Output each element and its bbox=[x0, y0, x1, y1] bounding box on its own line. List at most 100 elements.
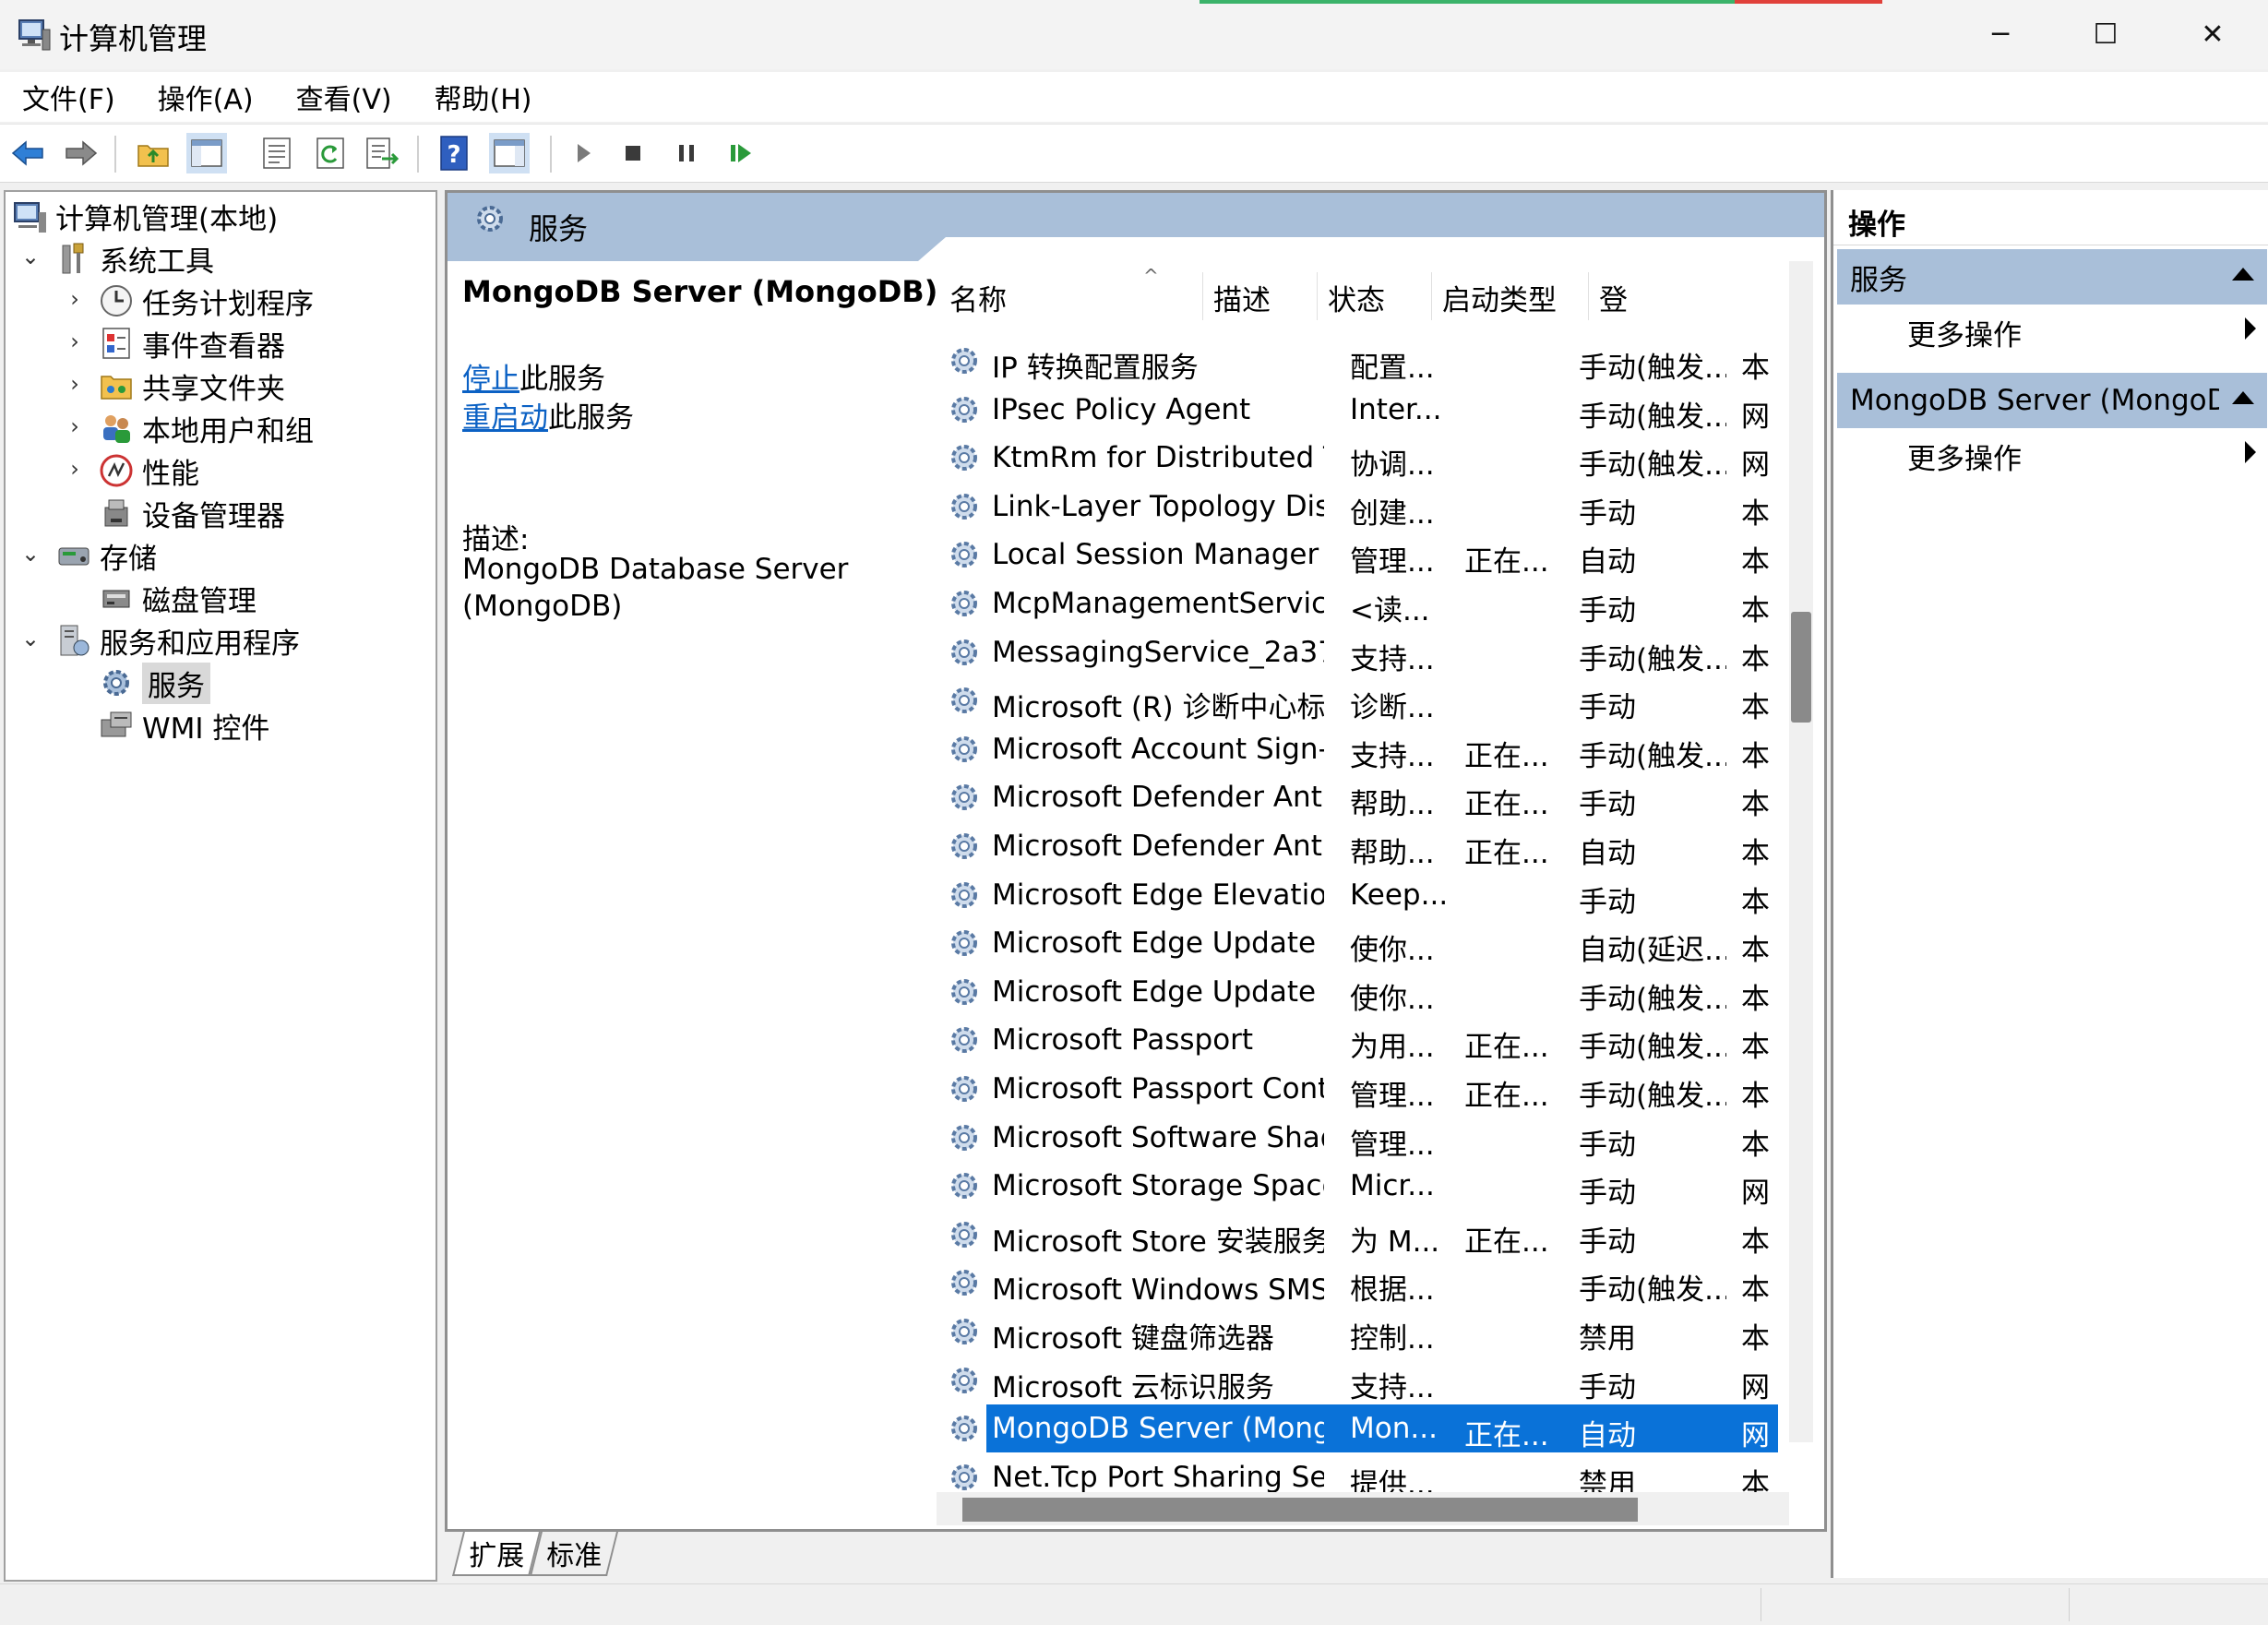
tree-item-system-tools[interactable]: 系统工具 bbox=[55, 238, 214, 279]
table-row[interactable]: Microsoft Defender Antivir... 帮助... 正在... 手… bbox=[937, 773, 1778, 821]
table-row[interactable]: MongoDB Server (MongoD... Mon... 正在... 自动 网 bbox=[937, 1404, 1778, 1453]
chevron-right-icon[interactable]: › bbox=[63, 321, 87, 362]
menu-help[interactable]: 帮助(H) bbox=[412, 77, 553, 117]
table-row[interactable]: IP 转换配置服务 配置... 手动(触发... 本 bbox=[937, 337, 1778, 385]
tree-item-wmi[interactable]: WMI 控件 bbox=[98, 705, 269, 746]
table-row[interactable]: Microsoft Edge Elevation Se... Keep... 手动 本 bbox=[937, 871, 1778, 919]
table-row[interactable]: KtmRm for Distributed Tra... 协调... 手动(触发..… bbox=[937, 434, 1778, 482]
table-row[interactable]: Microsoft Defender Antivir... 帮助... 正在... 自… bbox=[937, 822, 1778, 870]
tree-item-device-manager[interactable]: 设备管理器 bbox=[98, 493, 285, 533]
computer-management-icon bbox=[14, 202, 46, 233]
show-tree-icon[interactable] bbox=[186, 133, 227, 173]
more-actions-mongodb[interactable]: 更多操作 bbox=[1907, 436, 2022, 477]
chevron-down-icon[interactable]: ⌄ bbox=[18, 618, 42, 659]
menu-view[interactable]: 查看(V) bbox=[274, 77, 412, 117]
cell-startup: 手动(触发... bbox=[1579, 1080, 1726, 1113]
chevron-right-icon[interactable]: › bbox=[63, 279, 87, 319]
table-row[interactable]: Local Session Manager 管理... 正在... 自动 本 bbox=[937, 531, 1778, 579]
back-icon[interactable] bbox=[7, 133, 48, 173]
table-row[interactable]: McpManagementService <读... 手动 本 bbox=[937, 580, 1778, 627]
table-row[interactable]: Microsoft Edge Update Ser... 使你... 自动(延迟..… bbox=[937, 919, 1778, 967]
table-row[interactable]: Microsoft Passport 为用... 正在... 手动(触发... 本 bbox=[937, 1016, 1778, 1064]
column-divider[interactable] bbox=[1202, 272, 1203, 320]
column-header-name[interactable]: 名称 bbox=[949, 274, 1199, 320]
cell-name: Microsoft Defender Antivir... bbox=[992, 830, 1324, 863]
close-button[interactable]: ✕ bbox=[2167, 11, 2259, 57]
cell-name: IPsec Policy Agent bbox=[992, 392, 1251, 426]
cell-logon: 本 bbox=[1741, 496, 1770, 531]
tree-root[interactable]: 计算机管理(本地) bbox=[11, 196, 278, 236]
table-row[interactable]: Microsoft Edge Update Ser... 使你... 手动(触发..… bbox=[937, 968, 1778, 1016]
column-header-logon[interactable]: 登 bbox=[1599, 274, 1636, 320]
vertical-scroll-thumb[interactable] bbox=[1791, 612, 1811, 723]
restart-service-link[interactable]: 重启动 bbox=[462, 401, 548, 435]
resume-service-icon[interactable] bbox=[720, 133, 760, 173]
table-row[interactable]: Microsoft Windows SMS 路... 根据... 手动(触发... 本 bbox=[937, 1259, 1778, 1307]
tree-item-event-viewer[interactable]: 事件查看器 bbox=[98, 323, 285, 364]
cell-startup: 手动(触发... bbox=[1579, 739, 1726, 773]
column-divider[interactable] bbox=[1588, 272, 1589, 320]
horizontal-scrollbar[interactable] bbox=[937, 1492, 1789, 1525]
chevron-down-icon[interactable]: ⌄ bbox=[18, 236, 42, 277]
tree-item-performance[interactable]: 性能 bbox=[98, 450, 199, 491]
tree-item-storage[interactable]: 存储 bbox=[55, 535, 157, 576]
table-row[interactable]: Microsoft Store 安装服务为 M... 正在... 手动 本 bbox=[937, 1211, 1778, 1259]
column-header-desc[interactable]: 描述 bbox=[1213, 274, 1315, 320]
forward-icon[interactable] bbox=[61, 133, 101, 173]
stop-service-link[interactable]: 停止 bbox=[462, 363, 519, 396]
menu-file[interactable]: 文件(F) bbox=[0, 77, 136, 117]
table-row[interactable]: Microsoft Account Sign-in ... 支持... 正在... 手… bbox=[937, 725, 1778, 773]
minimize-button[interactable]: ─ bbox=[1954, 11, 2047, 57]
tree-item-local-users[interactable]: 本地用户和组 bbox=[98, 408, 314, 448]
column-divider[interactable] bbox=[1431, 272, 1432, 320]
cell-desc: 配置... bbox=[1350, 352, 1435, 385]
tree-item-shared-folders[interactable]: 共享文件夹 bbox=[98, 365, 285, 406]
table-row[interactable]: Microsoft Storage Spaces S... Micr... 手动 网 bbox=[937, 1162, 1778, 1210]
tree-item-services[interactable]: 服务 bbox=[98, 662, 210, 704]
tree-label: 性能 bbox=[142, 457, 199, 491]
horizontal-scroll-thumb[interactable] bbox=[962, 1498, 1638, 1522]
column-divider[interactable] bbox=[1317, 272, 1318, 320]
collapse-up-icon[interactable] bbox=[2232, 391, 2254, 404]
column-header-startup[interactable]: 启动类型 bbox=[1442, 274, 1590, 320]
table-row[interactable]: IPsec Policy Agent Inter... 手动(触发... 网 bbox=[937, 386, 1778, 434]
actions-section-mongodb[interactable]: MongoDB Server (MongoD... bbox=[1837, 373, 2267, 428]
cell-desc: 管理... bbox=[1350, 1128, 1435, 1162]
tree-label: 共享文件夹 bbox=[142, 372, 285, 406]
tab-extended[interactable]: 扩展 bbox=[452, 1532, 541, 1576]
actions-section-services[interactable]: 服务 bbox=[1837, 249, 2267, 305]
start-service-icon[interactable] bbox=[563, 133, 603, 173]
chevron-down-icon[interactable]: ⌄ bbox=[18, 533, 42, 574]
column-header-status[interactable]: 状态 bbox=[1328, 274, 1429, 320]
table-row[interactable]: Microsoft (R) 诊断中心标准... 诊断... 手动 本 bbox=[937, 676, 1778, 724]
table-row[interactable]: MessagingService_2a37e 支持... 手动(触发... 本 bbox=[937, 628, 1778, 676]
tree-item-services-apps[interactable]: 服务和应用程序 bbox=[55, 620, 300, 661]
maximize-button[interactable]: ☐ bbox=[2059, 11, 2152, 57]
tree-item-task-scheduler[interactable]: 任务计划程序 bbox=[98, 281, 314, 321]
table-row[interactable]: Microsoft 键盘筛选器 控制... 禁用 本 bbox=[937, 1308, 1778, 1356]
properties-icon[interactable] bbox=[257, 133, 297, 173]
table-row[interactable]: Link-Layer Topology Disco... 创建... 手动 本 bbox=[937, 483, 1778, 531]
help-icon[interactable]: ? bbox=[434, 133, 474, 173]
collapse-up-icon[interactable] bbox=[2232, 268, 2254, 281]
table-row[interactable]: Microsoft Software Shadow... 管理... 手动 本 bbox=[937, 1114, 1778, 1162]
table-row[interactable]: Microsoft Passport Container 管理... 正在... 手动… bbox=[937, 1065, 1778, 1113]
stop-service-icon[interactable] bbox=[613, 133, 653, 173]
table-row[interactable]: Microsoft 云标识服务 支持... 手动 网 bbox=[937, 1356, 1778, 1404]
menu-action[interactable]: 操作(A) bbox=[136, 77, 274, 117]
tree-item-disk-management[interactable]: 磁盘管理 bbox=[98, 578, 257, 618]
chevron-right-icon[interactable]: › bbox=[63, 364, 87, 404]
export-icon[interactable] bbox=[362, 133, 402, 173]
chevron-right-icon[interactable]: › bbox=[63, 448, 87, 489]
action-pane-icon[interactable] bbox=[489, 133, 530, 173]
pause-service-icon[interactable] bbox=[666, 133, 707, 173]
vertical-scrollbar[interactable] bbox=[1789, 261, 1813, 1442]
title-bar[interactable]: 计算机管理 ─ ☐ ✕ bbox=[0, 0, 2268, 69]
tab-standard[interactable]: 标准 bbox=[530, 1532, 618, 1576]
up-folder-icon[interactable] bbox=[133, 133, 173, 173]
chevron-right-icon[interactable]: › bbox=[63, 406, 87, 447]
tree-label: 设备管理器 bbox=[142, 499, 285, 533]
more-actions-services[interactable]: 更多操作 bbox=[1907, 312, 2022, 353]
cell-logon: 本 bbox=[1741, 352, 1770, 385]
refresh-icon[interactable] bbox=[310, 133, 351, 173]
